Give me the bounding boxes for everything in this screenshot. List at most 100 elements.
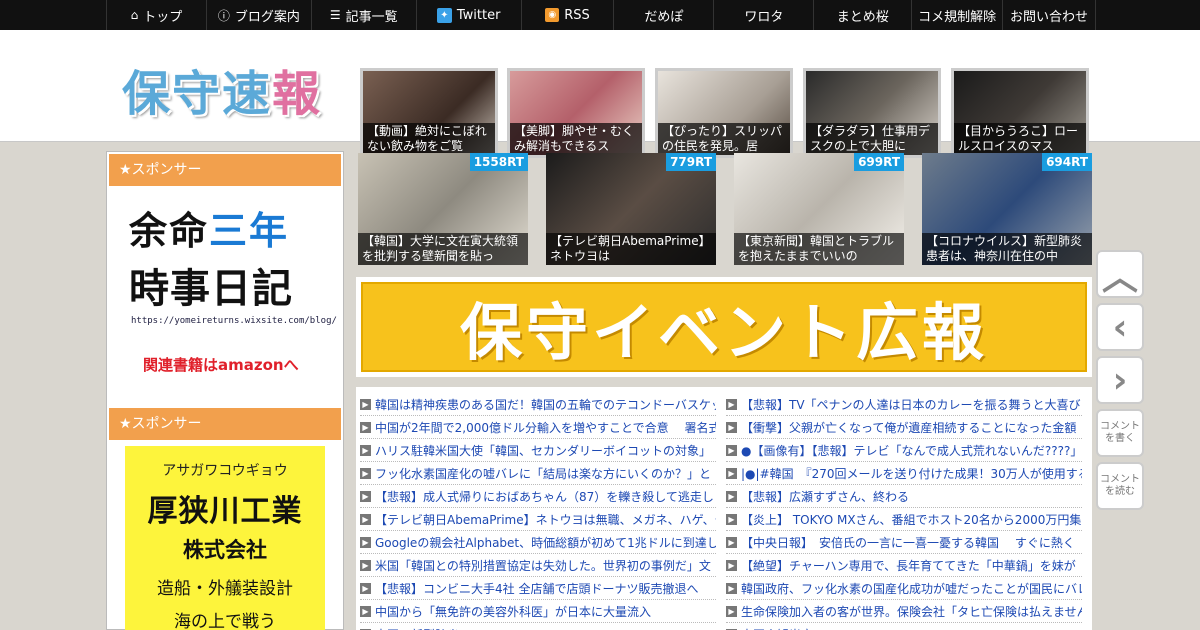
feed-item[interactable]: ▶ 生命保険加入者の客が世界。保険会社「タヒ亡保険は払えません: [726, 600, 1082, 623]
feed-item-title: 【悲報】TV「ペナンの人達は日本のカレーを振る舞うと大喜び: [741, 397, 1081, 412]
feed-item[interactable]: ▶ 【炎上】 TOKYO MXさん、番組でホスト20名から2000万円集め: [726, 508, 1082, 531]
header-thumb[interactable]: 【ダラダラ】仕事用デスクの上で大胆に: [803, 68, 941, 158]
feed-item[interactable]: ▶ 米国「韓国との特別措置協定は失効した。世界初の事例だ」文: [360, 554, 716, 577]
header-thumb[interactable]: 【美脚】脚やせ・むくみ解消もできるス: [507, 68, 645, 158]
main-content: 1558RT 【韓国】大学に文在寅大統領を批判する壁新聞を貼っ 779RT 【テレビ…: [354, 151, 1094, 630]
nav-item[interactable]: だめぽ: [614, 0, 715, 30]
home-icon: ⌂: [130, 8, 139, 22]
nav-item[interactable]: お問い合わせ: [1003, 0, 1097, 30]
ad-title-line2: 時事日記: [129, 266, 293, 312]
top-navigation: ⌂ トップ ⓘ ブログ案内 ☰ 記事一覧 ✦ Twitter ◉ RSS だめぽ ワロタ まとめ桜 コメ規…: [0, 0, 1200, 30]
feed-item-title: Googleの親会社Alphabet、時価総額が初めて1兆ドルに到達して: [375, 535, 716, 550]
ad-company-slogan: 海の上で戦う: [174, 612, 276, 630]
feed-item[interactable]: ▶ |●|#韓国 『270回メールを送り付けた成果！30万人が使用する: [726, 462, 1082, 485]
nav-item[interactable]: まとめ桜: [814, 0, 913, 30]
event-banner[interactable]: 保守イベント広報: [356, 277, 1092, 377]
scroll-top-button[interactable]: ︿: [1096, 250, 1144, 298]
read-comment-button[interactable]: コメントを読む: [1096, 462, 1144, 510]
arrow-right-icon: ▶: [360, 467, 371, 479]
feed-item-title: 韓国は精神疾患のある国だ！韓国の五輪でのテコンドーバスケット: [375, 397, 716, 412]
feed-item[interactable]: ▶ 【中央日報】 安倍氏の一言に一喜一憂する韓国 すぐに熱く: [726, 531, 1082, 554]
feed-item[interactable]: ▶ 【絶望】チャーハン専用で、長年育ててきた「中華鍋」を妹が: [726, 554, 1082, 577]
feed-item[interactable]: ▶中国の新型肺炎: [360, 623, 716, 630]
feed-item-title: 【衝撃】父親が亡くなって俺が遺産相続することになった金額: [741, 420, 1077, 435]
ad-company-kana: アサガワコウギョウ: [162, 463, 288, 479]
arrow-right-icon: ▶: [360, 536, 371, 548]
feed-item-title: 【悲報】コンビニ大手4社 全店舗で店頭ドーナツ販売撤退へ: [375, 581, 699, 596]
header-thumb[interactable]: 【目からうろこ】ロールスロイスのマス: [951, 68, 1089, 158]
twitter-icon: ✦: [436, 7, 452, 23]
feed-item[interactable]: ▶ 【衝撃】父親が亡くなって俺が遺産相続することになった金額: [726, 416, 1082, 439]
nav-item[interactable]: ⓘ ブログ案内: [207, 0, 312, 30]
arrow-right-icon: ▶: [360, 444, 371, 456]
chevron-left-icon: ‹: [1112, 306, 1128, 348]
sponsor-heading: ★スポンサー: [109, 408, 341, 440]
nav-item-label: ブログ案内: [234, 9, 300, 25]
ranking-item[interactable]: 694RT 【コロナウイルス】新型肺炎患者は、神奈川在住の中: [922, 153, 1092, 265]
feed-item-title: 米国「韓国との特別措置協定は失効した。世界初の事例だ」文: [375, 558, 711, 573]
nav-item[interactable]: ワロタ: [714, 0, 815, 30]
arrow-right-icon: ▶: [360, 559, 371, 571]
info-icon: ⓘ: [217, 8, 230, 23]
event-banner-inner: 保守イベント広報: [361, 282, 1087, 372]
sponsor-heading: ★スポンサー: [109, 154, 341, 186]
feed-item[interactable]: ▶ 韓国政府、フッ化水素の国産化成功が嘘だったことが国民にバレ: [726, 577, 1082, 600]
header-thumb[interactable]: 【ぴったり】スリッパの住民を発見。居: [655, 68, 793, 158]
feed-item[interactable]: ▶ 【テレビ朝日AbemaPrime】ネトウヨは無職、メガネ、ハゲ、デブ: [360, 508, 716, 531]
floating-buttons: ︿ ‹ › コメントを書く コメントを読む: [1096, 250, 1144, 515]
header-thumb[interactable]: 【動画】絶対にこぼれない飲み物をご覧: [360, 68, 498, 158]
arrow-right-icon: ▶: [726, 582, 737, 594]
ad-company-name: 厚狭川工業: [147, 494, 303, 529]
arrow-right-icon: ▶: [726, 490, 737, 502]
feed-item-title: 生命保険加入者の客が世界。保険会社「タヒ亡保険は払えません: [741, 604, 1082, 619]
ranking-item[interactable]: 779RT 【テレビ朝日AbemaPrime】ネトウヨは: [546, 153, 716, 265]
nav-item[interactable]: ☰ 記事一覧: [312, 0, 417, 30]
rss-icon: ◉: [545, 8, 560, 22]
site-header: 保守速報 【動画】絶対にこぼれない飲み物をご覧 【美脚】脚やせ・むくみ解消もでき…: [0, 30, 1200, 158]
feed-item[interactable]: ▶ 【悲報】広瀬すずさん、終わる: [726, 485, 1082, 508]
next-button[interactable]: ›: [1096, 356, 1144, 404]
ad-title-text: 余命: [129, 209, 210, 253]
arrow-right-icon: ▶: [726, 559, 737, 571]
feed-item[interactable]: ▶ 中国が2年間で2,000億ドル分輸入を増やすことで合意 署名式: [360, 416, 716, 439]
feed-item[interactable]: ▶ Googleの親会社Alphabet、時価総額が初めて1兆ドルに到達して: [360, 531, 716, 554]
feed-item[interactable]: ▶ 韓国は精神疾患のある国だ！韓国の五輪でのテコンドーバスケット: [360, 393, 716, 416]
nav-item-label: ワロタ: [744, 9, 784, 25]
site-logo[interactable]: 保守速報: [122, 54, 322, 124]
sponsor-ad-asagawa[interactable]: アサガワコウギョウ 厚狭川工業 株式会社 造船・外艤装設計 海の上で戦う: [125, 446, 325, 630]
feed-item[interactable]: ▶ フッ化水素国産化の嘘バレに「結局は楽な方にいくのか？」と: [360, 462, 716, 485]
list-icon: ☰: [329, 8, 341, 22]
nav-item-label: お問い合わせ: [1010, 9, 1089, 25]
arrow-right-icon: ▶: [360, 490, 371, 502]
ranking-item[interactable]: 699RT 【東京新聞】韓国とトラブルを抱えたままでいいの: [734, 153, 904, 265]
feed-item[interactable]: ▶ ハリス駐韓米国大使「韓国、セカンダリーボイコットの対象」: [360, 439, 716, 462]
ranking-caption: 【テレビ朝日AbemaPrime】ネトウヨは: [546, 233, 716, 265]
nav-item-label: コメ規制解除: [918, 9, 997, 25]
nav-item[interactable]: ⌂ トップ: [107, 0, 207, 30]
ad-company-service: 造船・外艤装設計: [157, 579, 293, 599]
feed-item[interactable]: ▶ 【悲報】成人式帰りにおばあちゃん（87）を轢き殺して逃走し: [360, 485, 716, 508]
prev-button[interactable]: ‹: [1096, 303, 1144, 351]
arrow-right-icon: ▶: [360, 605, 371, 617]
arrow-right-icon: ▶: [726, 398, 737, 410]
arrow-right-icon: ▶: [360, 513, 371, 525]
feed-item-title: ●【画像有】【悲報】テレビ「なんで成人式荒れないんだ????」: [741, 443, 1082, 458]
logo-text-1: 保守: [122, 66, 223, 122]
arrow-right-icon: ▶: [726, 421, 737, 433]
ranking-item[interactable]: 1558RT 【韓国】大学に文在寅大統領を批判する壁新聞を貼っ: [358, 153, 528, 265]
feed-item[interactable]: ▶ 【悲報】コンビニ大手4社 全店舗で店頭ドーナツ販売撤退へ: [360, 577, 716, 600]
logo-text-3: 報: [272, 66, 323, 122]
nav-item[interactable]: コメ規制解除: [912, 0, 1004, 30]
feed-item[interactable]: ▶ ●【画像有】【悲報】テレビ「なんで成人式荒れないんだ????」: [726, 439, 1082, 462]
feed-column-left: ▶ 韓国は精神疾患のある国だ！韓国の五輪でのテコンドーバスケット ▶ 中国が2年間で2…: [360, 393, 716, 630]
ad-title-line1: 余命三年: [129, 200, 289, 255]
nav-item[interactable]: ✦ Twitter: [417, 0, 522, 30]
feed-item[interactable]: ▶中国人観光客: [726, 623, 1082, 630]
amazon-link[interactable]: 関連書籍はamazonへ: [143, 354, 299, 375]
feed-item-title: 中国が2年間で2,000億ドル分輸入を増やすことで合意 署名式: [375, 420, 716, 435]
feed-item[interactable]: ▶ 【悲報】TV「ペナンの人達は日本のカレーを振る舞うと大喜び: [726, 393, 1082, 416]
sponsor-ad-yomei[interactable]: 余命三年 時事日記 https://yomeireturns.wixsite.c…: [109, 192, 341, 382]
nav-item[interactable]: ◉ RSS: [522, 0, 615, 30]
write-comment-button[interactable]: コメントを書く: [1096, 409, 1144, 457]
feed-item[interactable]: ▶ 中国から「無免許の美容外科医」が日本に大量流入: [360, 600, 716, 623]
